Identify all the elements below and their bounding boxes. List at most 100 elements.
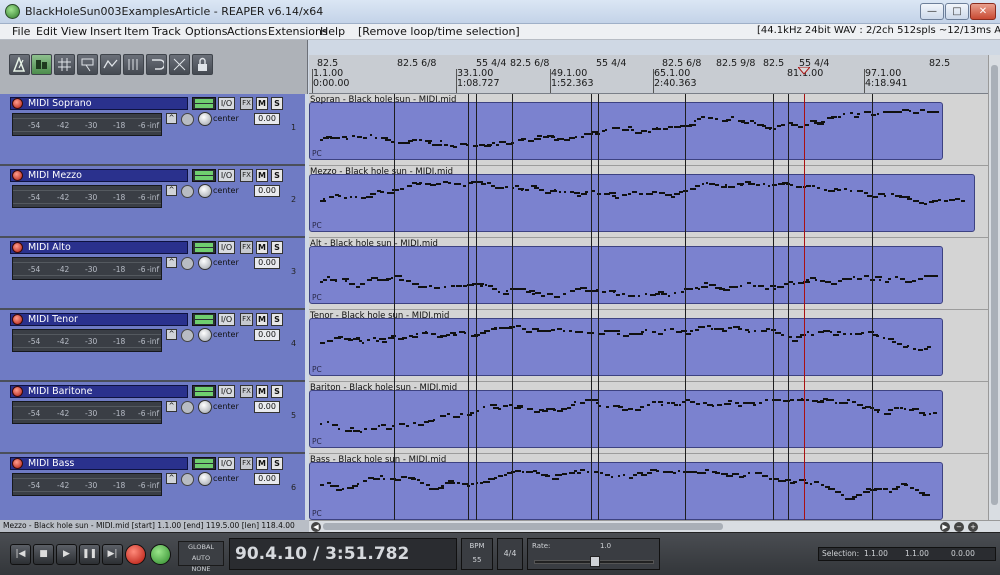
solo-button[interactable]: S bbox=[271, 169, 283, 182]
auto-crossfade-button[interactable] bbox=[169, 54, 190, 75]
scroll-right-icon[interactable]: ▶ bbox=[940, 522, 950, 532]
track-name[interactable]: MIDI Mezzo bbox=[10, 169, 188, 182]
fx-button[interactable]: FX bbox=[240, 241, 253, 254]
record-arm-icon[interactable] bbox=[12, 386, 23, 397]
midi-item[interactable]: Tenor - Black hole sun - MIDI.mid PC bbox=[309, 311, 943, 376]
horizontal-scrollbar[interactable]: ◀ ▶ − + bbox=[309, 520, 1000, 532]
record-arm-icon[interactable] bbox=[12, 242, 23, 253]
phase-icon[interactable] bbox=[181, 473, 194, 486]
zoom-in-icon[interactable]: + bbox=[968, 522, 978, 532]
close-button[interactable]: ✕ bbox=[970, 3, 996, 20]
menu-edit[interactable]: Edit bbox=[36, 25, 57, 38]
track-panel[interactable]: MIDI Mezzo I/O FX M S -54 -42 -30 -18 -6 -inf… bbox=[0, 166, 305, 238]
item-grouping-button[interactable] bbox=[77, 54, 98, 75]
scroll-left-icon[interactable]: ◀ bbox=[311, 522, 321, 532]
phase-icon[interactable] bbox=[181, 401, 194, 414]
pan-knob[interactable] bbox=[198, 400, 212, 414]
position-display[interactable]: 90.4.10 / 3:51.782 bbox=[229, 538, 457, 570]
record-button[interactable] bbox=[125, 544, 146, 565]
midi-item[interactable]: Alt - Black hole sun - MIDI.mid PC bbox=[309, 239, 943, 304]
arrange-view[interactable]: Sopran - Black hole sun - MIDI.mid PC Me… bbox=[309, 94, 988, 520]
mute-button[interactable]: M bbox=[256, 385, 268, 398]
solo-button[interactable]: S bbox=[271, 97, 283, 110]
track-name[interactable]: MIDI Bass bbox=[10, 457, 188, 470]
menu-file[interactable]: File bbox=[12, 25, 30, 38]
track-lane[interactable]: Sopran - Black hole sun - MIDI.mid PC bbox=[309, 94, 988, 166]
track-name[interactable]: MIDI Soprano bbox=[10, 97, 188, 110]
mute-button[interactable]: M bbox=[256, 97, 268, 110]
volume-value[interactable]: 0.00 bbox=[254, 257, 280, 269]
fx-button[interactable]: FX bbox=[240, 97, 253, 110]
fx-button[interactable]: FX bbox=[240, 457, 253, 470]
tempo-marker[interactable]: 82.5 bbox=[763, 58, 784, 69]
vertical-scrollbar[interactable] bbox=[988, 55, 1000, 520]
record-arm-icon[interactable] bbox=[12, 98, 23, 109]
playrate-control[interactable]: Rate: 1.0 bbox=[527, 538, 660, 570]
midi-item[interactable]: Bass - Black hole sun - MIDI.mid PC bbox=[309, 455, 943, 520]
fx-button[interactable]: FX bbox=[240, 169, 253, 182]
monitor-icon[interactable]: ^ bbox=[166, 185, 177, 196]
audio-status[interactable]: [44.1kHz 24bit WAV : 2/2ch 512spls ~12/1… bbox=[757, 25, 1000, 36]
volume-value[interactable]: 0.00 bbox=[254, 185, 280, 197]
tempo-marker[interactable]: 55 4/4 bbox=[596, 58, 626, 69]
track-lane[interactable]: Mezzo - Black hole sun - MIDI.mid PC bbox=[309, 166, 988, 238]
pan-knob[interactable] bbox=[198, 256, 212, 270]
routing-button[interactable]: I/O bbox=[218, 385, 235, 398]
routing-button[interactable]: I/O bbox=[218, 169, 235, 182]
volume-value[interactable]: 0.00 bbox=[254, 473, 280, 485]
track-panel[interactable]: MIDI Soprano I/O FX M S -54 -42 -30 -18 -6 -i… bbox=[0, 94, 305, 166]
volume-value[interactable]: 0.00 bbox=[254, 329, 280, 341]
pan-knob[interactable] bbox=[198, 184, 212, 198]
fx-button[interactable]: FX bbox=[240, 385, 253, 398]
ripple-edit-button[interactable] bbox=[31, 54, 52, 75]
tempo-marker[interactable]: 82.5 6/8 bbox=[510, 58, 549, 69]
track-name[interactable]: MIDI Alto bbox=[10, 241, 188, 254]
menu-track[interactable]: Track bbox=[152, 25, 181, 38]
tempo-marker[interactable]: 82.5 6/8 bbox=[397, 58, 436, 69]
menu-remove-loop[interactable]: [Remove loop/time selection] bbox=[358, 25, 520, 38]
menu-actions[interactable]: Actions bbox=[227, 25, 267, 38]
solo-button[interactable]: S bbox=[271, 385, 283, 398]
routing-button[interactable]: I/O bbox=[218, 241, 235, 254]
track-lane[interactable]: Bariton - Black hole sun - MIDI.mid PC bbox=[309, 382, 988, 454]
track-lane[interactable]: Bass - Black hole sun - MIDI.mid PC bbox=[309, 454, 988, 520]
track-panel[interactable]: MIDI Alto I/O FX M S -54 -42 -30 -18 -6 -inf … bbox=[0, 238, 305, 310]
tempo-marker[interactable]: 82.5 9/8 bbox=[716, 58, 755, 69]
snap-button[interactable] bbox=[123, 54, 144, 75]
mute-button[interactable]: M bbox=[256, 241, 268, 254]
minimize-button[interactable]: — bbox=[920, 3, 944, 20]
playhead-marker-icon[interactable] bbox=[798, 67, 810, 75]
selection-length[interactable]: 0.0.00 bbox=[951, 548, 975, 560]
pan-knob[interactable] bbox=[198, 472, 212, 486]
midi-item[interactable]: Mezzo - Black hole sun - MIDI.mid PC bbox=[309, 167, 975, 232]
monitor-icon[interactable]: ^ bbox=[166, 257, 177, 268]
phase-icon[interactable] bbox=[181, 113, 194, 126]
pan-knob[interactable] bbox=[198, 112, 212, 126]
menu-extensions[interactable]: Extensions bbox=[268, 25, 328, 38]
monitor-icon[interactable]: ^ bbox=[166, 113, 177, 124]
mute-button[interactable]: M bbox=[256, 457, 268, 470]
track-lane[interactable]: Tenor - Black hole sun - MIDI.mid PC bbox=[309, 310, 988, 382]
metronome-button[interactable] bbox=[9, 54, 30, 75]
track-name[interactable]: MIDI Baritone bbox=[10, 385, 188, 398]
loop-button[interactable] bbox=[150, 544, 171, 565]
pause-button[interactable]: ❚❚ bbox=[79, 544, 100, 565]
envelope-points-button[interactable] bbox=[100, 54, 121, 75]
monitor-icon[interactable]: ^ bbox=[166, 473, 177, 484]
midi-item[interactable]: Sopran - Black hole sun - MIDI.mid PC bbox=[309, 95, 943, 160]
mute-button[interactable]: M bbox=[256, 169, 268, 182]
menu-item[interactable]: Item bbox=[124, 25, 149, 38]
go-to-start-button[interactable]: |◀ bbox=[10, 544, 31, 565]
routing-button[interactable]: I/O bbox=[218, 313, 235, 326]
track-panel[interactable]: MIDI Baritone I/O FX M S -54 -42 -30 -18 -6-… bbox=[0, 382, 305, 454]
solo-button[interactable]: S bbox=[271, 241, 283, 254]
phase-icon[interactable] bbox=[181, 329, 194, 342]
bpm-box[interactable]: BPM 55 bbox=[461, 538, 493, 570]
record-arm-icon[interactable] bbox=[12, 314, 23, 325]
lock-icon[interactable] bbox=[192, 54, 213, 75]
volume-value[interactable]: 0.00 bbox=[254, 113, 280, 125]
monitor-icon[interactable]: ^ bbox=[166, 329, 177, 340]
volume-value[interactable]: 0.00 bbox=[254, 401, 280, 413]
menu-options[interactable]: Options bbox=[185, 25, 227, 38]
vertical-scroll-thumb[interactable] bbox=[991, 65, 998, 505]
